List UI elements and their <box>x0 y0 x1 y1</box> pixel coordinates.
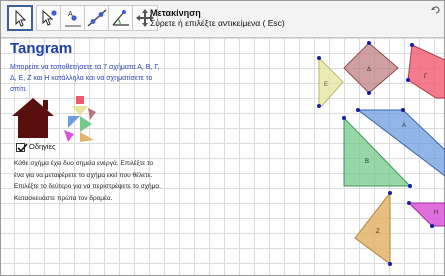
tangram-piece-c[interactable]: Γ <box>407 44 445 99</box>
piece-label: Α <box>402 123 406 129</box>
tangram-piece-f[interactable]: Ζ <box>354 191 391 265</box>
piece-label: Δ <box>367 67 371 73</box>
tangram-piece-e[interactable]: Ε <box>318 56 344 107</box>
tangram-piece-d[interactable]: Δ <box>343 42 399 94</box>
piece-label: Β <box>365 159 369 165</box>
piece-label: Ε <box>324 82 328 88</box>
piece-label: Η <box>434 210 438 216</box>
tangram-piece-h[interactable]: Η <box>407 202 445 227</box>
tangram-pieces-layer: Ε Δ Γ Α Β Ζ Η <box>317 41 445 266</box>
piece-label: Ζ <box>376 229 380 235</box>
